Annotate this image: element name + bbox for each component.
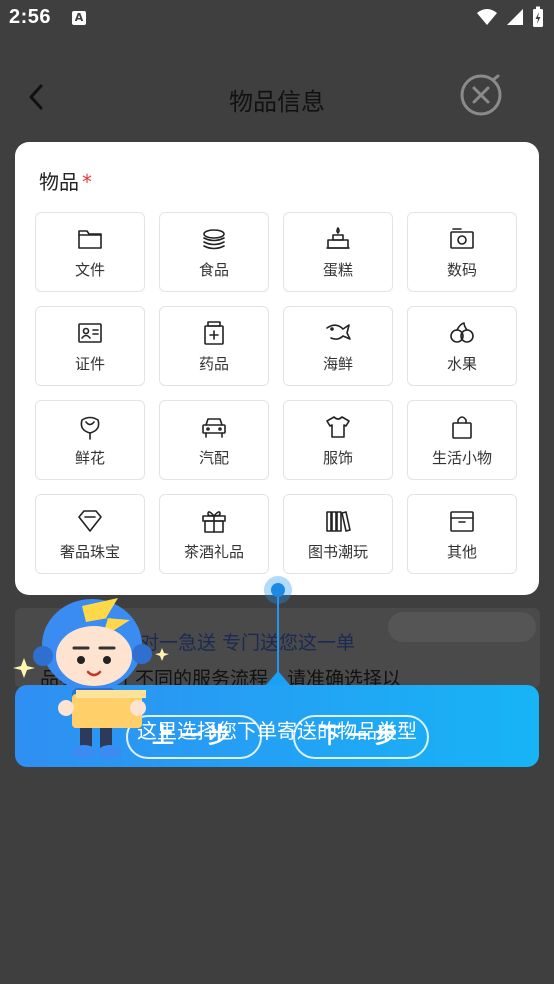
id-card-icon [78, 322, 102, 343]
item-option-luxury-jewelry[interactable]: 奢品珠宝 [35, 494, 145, 574]
car-icon [202, 417, 226, 438]
gift-icon [202, 510, 226, 533]
signal-icon [507, 9, 523, 25]
item-category-card: 物品 * 文件 食品 蛋糕 数码 证件 药品 海鲜 水果 鲜花 汽配 服饰 生活… [15, 142, 539, 595]
item-section-label: 物品 * [39, 166, 92, 195]
camera-icon [450, 227, 474, 249]
fruit-icon [450, 321, 474, 343]
background-pill [388, 612, 536, 642]
bag-icon [452, 415, 472, 439]
app-header: 物品信息 [0, 60, 554, 134]
notification-icon: A [72, 11, 86, 25]
medicine-icon [204, 320, 224, 345]
item-label-text: 物品 [39, 170, 79, 194]
item-option-other[interactable]: 其他 [407, 494, 517, 574]
fish-icon [326, 323, 351, 340]
item-option-daily-goods[interactable]: 生活小物 [407, 400, 517, 480]
item-option-auto-parts[interactable]: 汽配 [159, 400, 269, 480]
item-option-books-toys[interactable]: 图书潮玩 [283, 494, 393, 574]
books-icon [326, 510, 351, 532]
item-option-label: 食品 [198, 260, 229, 279]
item-option-label: 数码 [446, 260, 477, 279]
item-option-label: 图书潮玩 [307, 542, 368, 561]
required-mark: * [82, 170, 92, 194]
item-option-label: 鲜花 [74, 448, 105, 467]
box-icon [450, 510, 474, 532]
cake-icon [326, 226, 350, 249]
next-step-button[interactable]: 下一步 [293, 715, 429, 759]
item-option-file[interactable]: 文件 [35, 212, 145, 292]
mascot-illustration [13, 598, 169, 759]
item-option-label: 海鲜 [322, 354, 353, 373]
item-option-label: 生活小物 [431, 448, 492, 467]
guide-pointer-dot [271, 583, 285, 597]
item-option-seafood[interactable]: 海鲜 [283, 306, 393, 386]
item-option-clothing[interactable]: 服饰 [283, 400, 393, 480]
item-option-label: 药品 [198, 354, 229, 373]
item-option-label: 汽配 [198, 448, 229, 467]
item-option-id-document[interactable]: 证件 [35, 306, 145, 386]
guide-tip-arrow [266, 671, 290, 685]
item-option-medicine[interactable]: 药品 [159, 306, 269, 386]
item-option-label: 茶酒礼品 [183, 542, 244, 561]
item-option-label: 服饰 [322, 448, 353, 467]
diamond-icon [78, 509, 102, 532]
folder-icon [78, 229, 102, 249]
item-option-flower[interactable]: 鲜花 [35, 400, 145, 480]
food-icon [203, 228, 225, 249]
item-option-fruit[interactable]: 水果 [407, 306, 517, 386]
item-option-digital[interactable]: 数码 [407, 212, 517, 292]
item-option-label: 文件 [74, 260, 105, 279]
item-option-food[interactable]: 食品 [159, 212, 269, 292]
item-option-tea-wine-gift[interactable]: 茶酒礼品 [159, 494, 269, 574]
flower-icon [80, 416, 100, 440]
status-time: 2:56 [9, 6, 52, 28]
item-option-label: 其他 [446, 542, 477, 561]
wifi-icon [477, 9, 497, 25]
status-bar: 2:56 A [0, 0, 554, 38]
battery-icon [533, 6, 543, 27]
item-option-label: 蛋糕 [322, 260, 353, 279]
item-option-label: 证件 [74, 354, 105, 373]
item-option-label: 奢品珠宝 [59, 542, 120, 561]
shirt-icon [326, 415, 350, 438]
item-option-label: 水果 [446, 354, 477, 373]
item-grid: 文件 食品 蛋糕 数码 证件 药品 海鲜 水果 鲜花 汽配 服饰 生活小物 奢品… [35, 212, 517, 574]
background-notice-title: 对一急送 专门送您这一单 [140, 632, 356, 654]
close-guide-icon[interactable] [458, 72, 504, 118]
item-option-cake[interactable]: 蛋糕 [283, 212, 393, 292]
guide-connector-line [277, 597, 279, 681]
